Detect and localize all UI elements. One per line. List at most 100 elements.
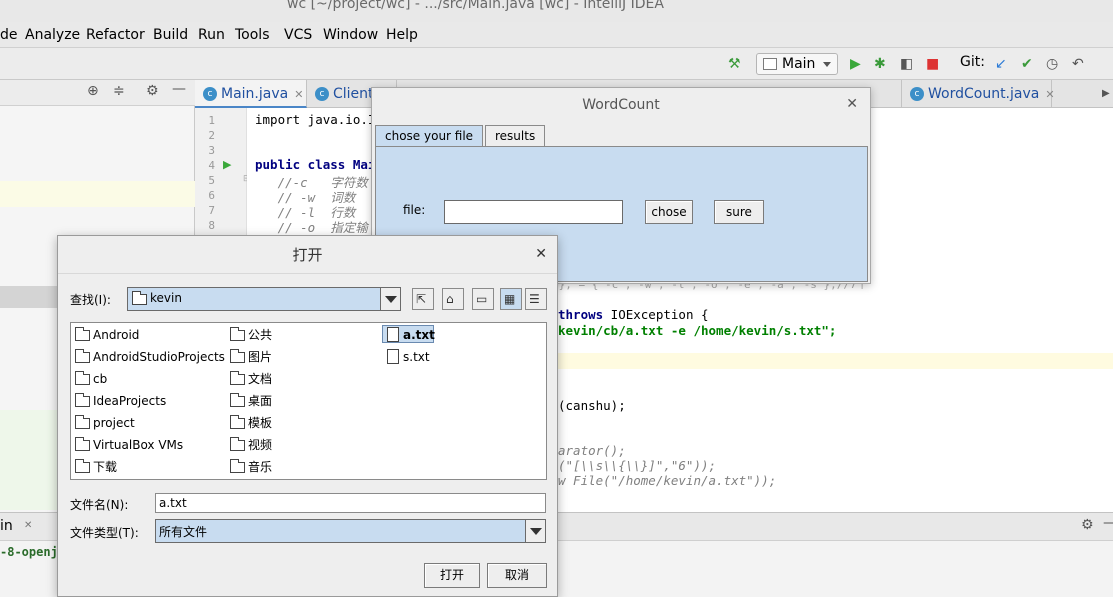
menu-tools[interactable]: Tools — [235, 27, 270, 43]
run-tab-label[interactable]: in — [0, 518, 13, 534]
list-item[interactable]: 图片 — [228, 348, 272, 366]
class-icon: c — [315, 87, 329, 101]
file-name: AndroidStudioProjects — [93, 350, 225, 364]
list-item[interactable]: 文档 — [228, 370, 272, 388]
list-item[interactable]: cb — [73, 370, 107, 388]
menu-window[interactable]: Window — [323, 27, 378, 43]
list-item[interactable]: 模板 — [228, 414, 272, 432]
file-path-input[interactable] — [444, 200, 623, 224]
tab-main-java[interactable]: c Main.java ✕ — [195, 80, 307, 108]
git-label: Git: — [960, 54, 985, 70]
tab-label: Client — [333, 86, 374, 102]
gear-icon[interactable]: ⚙ — [1081, 517, 1094, 533]
list-view-icon: ▦ — [504, 292, 516, 306]
menu-build[interactable]: Build — [153, 27, 188, 43]
ide-title-bar: wc [~/project/wc] - .../src/Main.java [w… — [0, 0, 1113, 22]
file-name: 下载 — [93, 460, 118, 474]
list-view-button[interactable]: ▦ — [500, 288, 522, 310]
code-line: w File("/home/kevin/a.txt")); — [558, 473, 777, 488]
filetype-combo[interactable]: 所有文件 — [155, 519, 546, 543]
git-update-icon[interactable]: ↙ — [995, 56, 1007, 72]
list-item[interactable]: IdeaProjects — [73, 392, 166, 410]
menu-help[interactable]: Help — [386, 27, 418, 43]
menu-refactor[interactable]: Refactor — [86, 27, 145, 43]
file-label: file: — [403, 203, 426, 217]
run-icon[interactable]: ▶ — [850, 56, 861, 72]
filename-input[interactable]: a.txt — [155, 493, 546, 513]
close-icon[interactable]: ✕ — [535, 246, 547, 262]
folder-icon — [75, 349, 90, 363]
git-commit-icon[interactable]: ✔ — [1021, 56, 1033, 72]
folder-icon — [230, 349, 245, 363]
locate-icon[interactable]: ⊕ — [87, 83, 99, 99]
chevron-down-icon — [823, 62, 831, 67]
list-item[interactable]: VirtualBox VMs — [73, 436, 183, 454]
file-list[interactable]: Android AndroidStudioProjects cb IdeaPro… — [70, 322, 547, 480]
gear-icon[interactable]: ⚙ — [146, 83, 159, 99]
menu-run[interactable]: Run — [198, 27, 225, 43]
build-hammer-icon[interactable]: ⚒ — [728, 56, 741, 72]
coverage-icon[interactable]: ◧ — [900, 56, 913, 72]
list-item[interactable]: 桌面 — [228, 392, 272, 410]
file-icon — [387, 349, 399, 364]
list-item[interactable]: Android — [73, 326, 139, 344]
list-item[interactable]: 下载 — [73, 458, 117, 476]
list-item[interactable]: s.txt — [383, 348, 430, 366]
sure-button[interactable]: sure — [714, 200, 764, 224]
chevron-down-icon[interactable] — [525, 520, 545, 542]
list-item[interactable]: 公共 — [228, 326, 272, 344]
new-folder-button[interactable]: ▭ — [472, 288, 494, 310]
run-config-label: Main — [782, 56, 816, 72]
list-item[interactable]: project — [73, 414, 135, 432]
file-name: 桌面 — [248, 394, 273, 408]
project-panel-header: ⊕ ≑ ⚙ — — [0, 80, 195, 106]
class-icon: c — [203, 87, 217, 101]
list-item[interactable]: AndroidStudioProjects — [73, 348, 225, 366]
git-history-icon[interactable]: ◷ — [1046, 56, 1058, 72]
lookin-combo[interactable]: kevin — [127, 287, 401, 311]
list-item-selected[interactable]: a.txt — [382, 325, 435, 343]
tab-chose-your-file[interactable]: chose your file — [375, 125, 484, 147]
list-item[interactable]: 视频 — [228, 436, 272, 454]
file-name: 音乐 — [248, 460, 273, 474]
file-name: 公共 — [248, 328, 273, 342]
close-icon[interactable]: ✕ — [294, 88, 303, 101]
run-config-icon — [763, 58, 777, 70]
menu-analyze[interactable]: Analyze — [25, 27, 80, 43]
stop-icon[interactable]: ■ — [926, 56, 939, 72]
up-folder-button[interactable]: ⇱ — [412, 288, 434, 310]
lookin-label: 查找(I): — [70, 293, 111, 307]
details-view-button[interactable]: ☰ — [525, 288, 547, 310]
hide-icon[interactable]: — — [1103, 515, 1113, 531]
folder-icon — [75, 415, 90, 429]
code-line: public class Main — [255, 157, 383, 172]
tab-wordcount-java[interactable]: c WordCount.java ✕ — [902, 80, 1055, 108]
code-line: // -o 指定输 — [255, 220, 368, 235]
hide-icon[interactable]: — — [172, 81, 186, 97]
close-icon[interactable]: ✕ — [846, 96, 858, 112]
collapse-icon[interactable]: ≑ — [113, 83, 125, 99]
tab-results[interactable]: results — [485, 125, 546, 146]
open-button[interactable]: 打开 — [424, 563, 480, 588]
menu-code[interactable]: de — [0, 27, 18, 43]
file-name: 视频 — [248, 438, 273, 452]
chose-button[interactable]: chose — [645, 200, 693, 224]
run-gutter-icon[interactable]: ▶ — [223, 158, 231, 171]
project-tree-row[interactable] — [0, 181, 195, 207]
new-folder-icon: ▭ — [476, 292, 488, 306]
debug-icon[interactable]: ✱ — [874, 56, 886, 72]
menu-vcs[interactable]: VCS — [284, 27, 312, 43]
list-item[interactable]: 音乐 — [228, 458, 272, 476]
line-number: 2 — [208, 129, 215, 142]
chevron-down-icon[interactable] — [380, 288, 400, 310]
filetype-value: 所有文件 — [159, 525, 208, 539]
folder-icon — [75, 437, 90, 451]
home-button[interactable]: ⌂ — [442, 288, 464, 310]
tab-overflow-icon[interactable]: ▶ — [1102, 88, 1110, 99]
line-number: 4 — [208, 159, 215, 172]
cancel-button[interactable]: 取消 — [487, 563, 547, 588]
close-icon[interactable]: ✕ — [24, 520, 32, 531]
close-icon[interactable]: ✕ — [1045, 88, 1054, 101]
run-config-selector[interactable]: Main — [756, 53, 838, 75]
git-revert-icon[interactable]: ↶ — [1072, 56, 1084, 72]
